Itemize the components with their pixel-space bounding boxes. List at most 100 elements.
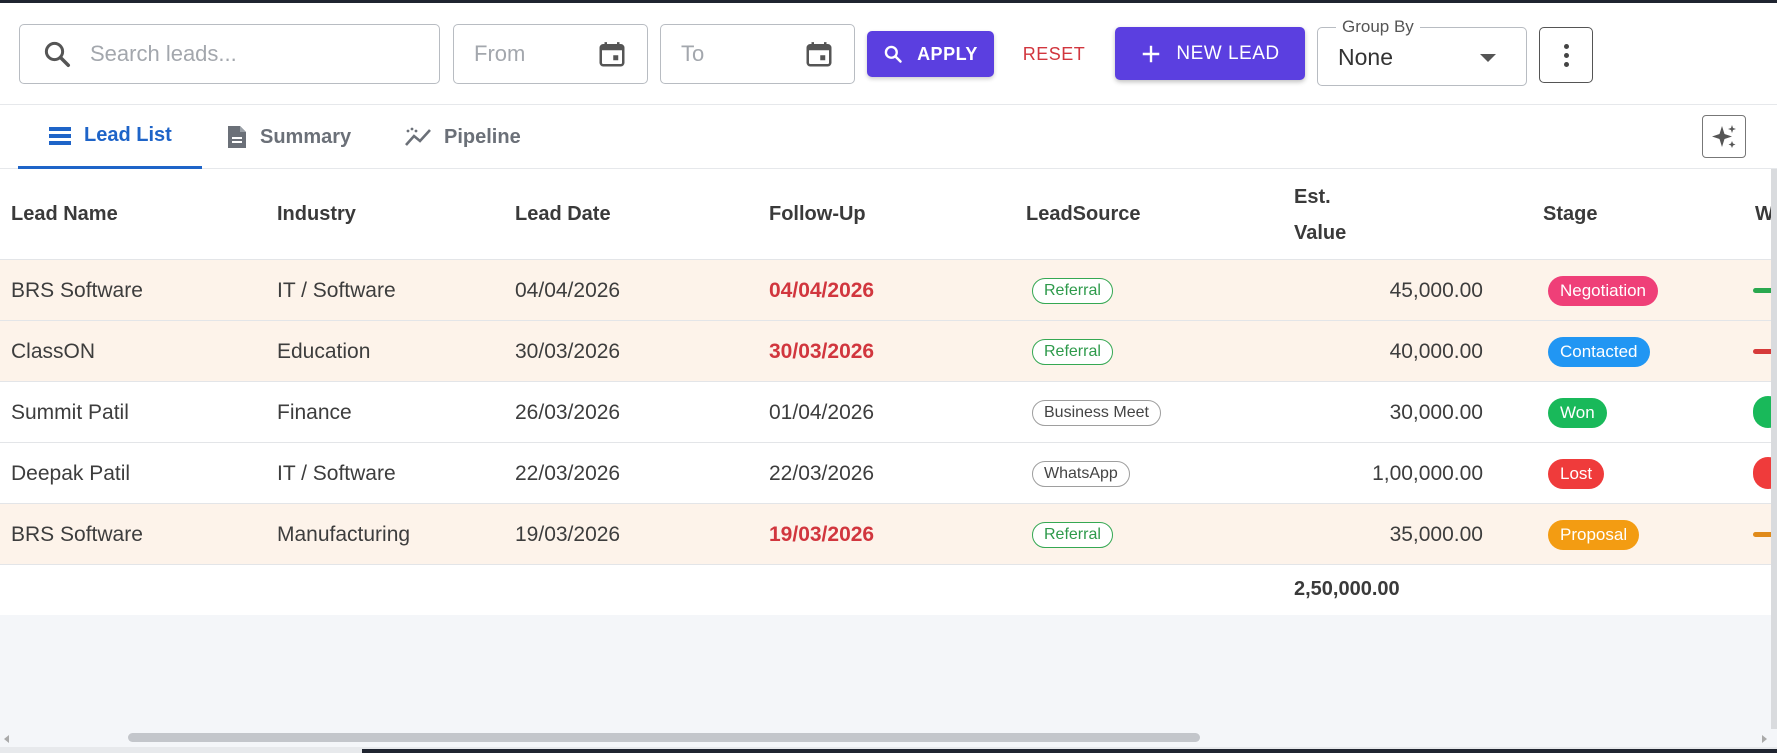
cell-est-value: 40,000.00 bbox=[1389, 339, 1483, 363]
table-row[interactable]: ClassON Education 30/03/2026 30/03/2026 Refe… bbox=[0, 321, 1777, 382]
reset-button[interactable]: RESET bbox=[1010, 31, 1098, 77]
leads-table: Lead Name Industry Lead Date Follow-Up L… bbox=[0, 169, 1777, 614]
search-input[interactable] bbox=[90, 41, 410, 67]
column-header-industry[interactable]: Industry bbox=[277, 169, 356, 260]
tab-summary[interactable]: Summary bbox=[196, 105, 381, 169]
toolbar: From To APPLY RESET NEW LEAD Group By No… bbox=[0, 3, 1777, 105]
cell-lead-source: Referral bbox=[1032, 321, 1113, 382]
plus-icon bbox=[1143, 45, 1160, 62]
new-lead-label: NEW LEAD bbox=[1176, 42, 1280, 64]
cell-lead-name: Deepak Patil bbox=[11, 461, 131, 485]
cell-lead-date: 19/03/2026 bbox=[515, 522, 621, 546]
from-date-placeholder: From bbox=[474, 41, 526, 66]
dot bbox=[1563, 61, 1569, 67]
column-header-line: Est. bbox=[1294, 185, 1331, 208]
cell-industry: IT / Software bbox=[277, 278, 396, 302]
to-date-field[interactable]: To bbox=[660, 24, 855, 84]
lead-source-chip: Referral bbox=[1032, 277, 1113, 304]
cell-industry: IT / Software bbox=[277, 461, 396, 485]
taskbar-edge bbox=[0, 747, 1777, 753]
column-header-lead-name[interactable]: Lead Name bbox=[11, 169, 118, 260]
group-by-label: Group By bbox=[1336, 17, 1420, 37]
cell-lead-date: 26/03/2026 bbox=[515, 400, 621, 424]
cell-est-value: 35,000.00 bbox=[1389, 522, 1483, 546]
horizontal-scrollbar-thumb[interactable] bbox=[128, 733, 1200, 742]
group-by-value: None bbox=[1338, 44, 1393, 70]
table-row[interactable]: Summit Patil Finance 26/03/2026 01/04/2026 B… bbox=[0, 382, 1777, 443]
cell-follow-up: 19/03/2026 bbox=[769, 522, 875, 546]
column-header-est-value[interactable]: Est. Value bbox=[1294, 169, 1346, 260]
table-row[interactable]: BRS Software Manufacturing 19/03/2026 19/03… bbox=[0, 504, 1777, 565]
stage-badge: Lost bbox=[1548, 458, 1605, 489]
stage-badge: Contacted bbox=[1548, 336, 1650, 367]
search-icon bbox=[44, 41, 70, 67]
cell-industry: Finance bbox=[277, 400, 352, 424]
stage-badge: Proposal bbox=[1548, 519, 1640, 550]
lead-source-chip: Referral bbox=[1032, 521, 1113, 548]
cell-lead-source: Referral bbox=[1032, 260, 1113, 321]
to-date-placeholder: To bbox=[681, 41, 705, 66]
apply-button[interactable]: APPLY bbox=[867, 31, 994, 77]
search-icon bbox=[884, 45, 902, 63]
group-by-select[interactable]: Group By None bbox=[1317, 17, 1527, 86]
stage-badge: Won bbox=[1548, 397, 1607, 428]
cell-follow-up: 01/04/2026 bbox=[769, 400, 875, 424]
trend-icon bbox=[405, 127, 431, 146]
table-footer: 2,50,000.00 bbox=[0, 565, 1777, 614]
tab-lead-list[interactable]: Lead List bbox=[18, 105, 202, 169]
list-icon bbox=[49, 126, 71, 145]
column-header-lead-source[interactable]: LeadSource bbox=[1026, 169, 1140, 260]
cell-follow-up: 04/04/2026 bbox=[769, 278, 875, 302]
cell-est-value: 45,000.00 bbox=[1389, 278, 1483, 302]
cell-lead-date: 22/03/2026 bbox=[515, 461, 621, 485]
more-options-button[interactable] bbox=[1539, 27, 1593, 83]
scroll-left-arrow-icon[interactable] bbox=[4, 735, 9, 743]
cell-follow-up: 30/03/2026 bbox=[769, 339, 875, 363]
ai-assistant-button[interactable] bbox=[1702, 115, 1746, 158]
stage-badge: Negotiation bbox=[1548, 275, 1659, 306]
tab-label: Pipeline bbox=[444, 125, 521, 148]
cell-lead-date: 04/04/2026 bbox=[515, 278, 621, 302]
dot bbox=[1563, 43, 1569, 49]
cell-lead-source: Referral bbox=[1032, 504, 1113, 565]
new-lead-button[interactable]: NEW LEAD bbox=[1115, 27, 1305, 80]
tab-label: Summary bbox=[260, 125, 352, 148]
column-header-lead-date[interactable]: Lead Date bbox=[515, 169, 611, 260]
cell-stage: Contacted bbox=[1548, 321, 1650, 382]
sparkle-icon bbox=[1712, 124, 1736, 148]
lead-source-chip: WhatsApp bbox=[1032, 460, 1130, 487]
search-field[interactable] bbox=[19, 24, 440, 84]
tab-pipeline[interactable]: Pipeline bbox=[374, 105, 551, 169]
cell-lead-source: Business Meet bbox=[1032, 382, 1161, 443]
dot bbox=[1563, 52, 1569, 58]
table-header: Lead Name Industry Lead Date Follow-Up L… bbox=[0, 169, 1777, 260]
cell-lead-name: BRS Software bbox=[11, 522, 143, 546]
document-icon bbox=[228, 126, 246, 148]
total-est-value: 2,50,000.00 bbox=[1294, 578, 1400, 600]
cell-follow-up: 22/03/2026 bbox=[769, 461, 875, 485]
cell-industry: Manufacturing bbox=[277, 522, 411, 546]
cell-stage: Lost bbox=[1548, 443, 1605, 504]
cell-lead-name: ClassON bbox=[11, 339, 96, 363]
table-body: BRS Software IT / Software 04/04/2026 04/04… bbox=[0, 260, 1777, 565]
from-date-field[interactable]: From bbox=[453, 24, 648, 84]
cell-stage: Proposal bbox=[1548, 504, 1640, 565]
table-row[interactable]: Deepak Patil IT / Software 22/03/2026 22/03… bbox=[0, 443, 1777, 504]
cell-est-value: 1,00,000.00 bbox=[1372, 461, 1483, 485]
tab-label: Lead List bbox=[84, 124, 172, 146]
calendar-icon[interactable] bbox=[804, 39, 834, 69]
vertical-scrollbar-track[interactable] bbox=[1771, 169, 1777, 729]
column-header-stage[interactable]: Stage bbox=[1543, 169, 1597, 260]
column-header-follow-up[interactable]: Follow-Up bbox=[769, 169, 866, 260]
cell-est-value: 30,000.00 bbox=[1389, 400, 1483, 424]
lead-source-chip: Referral bbox=[1032, 338, 1113, 365]
taskbar-strip bbox=[362, 749, 1777, 753]
scroll-right-arrow-icon[interactable] bbox=[1762, 735, 1767, 743]
view-tabs: Lead List Summary Pipeline bbox=[0, 105, 1777, 169]
dropdown-arrow-icon bbox=[1480, 54, 1496, 62]
lead-source-chip: Business Meet bbox=[1032, 399, 1161, 426]
cell-stage: Negotiation bbox=[1548, 260, 1659, 321]
horizontal-scrollbar[interactable] bbox=[0, 727, 1777, 747]
calendar-icon[interactable] bbox=[597, 39, 627, 69]
table-row[interactable]: BRS Software IT / Software 04/04/2026 04/04… bbox=[0, 260, 1777, 321]
